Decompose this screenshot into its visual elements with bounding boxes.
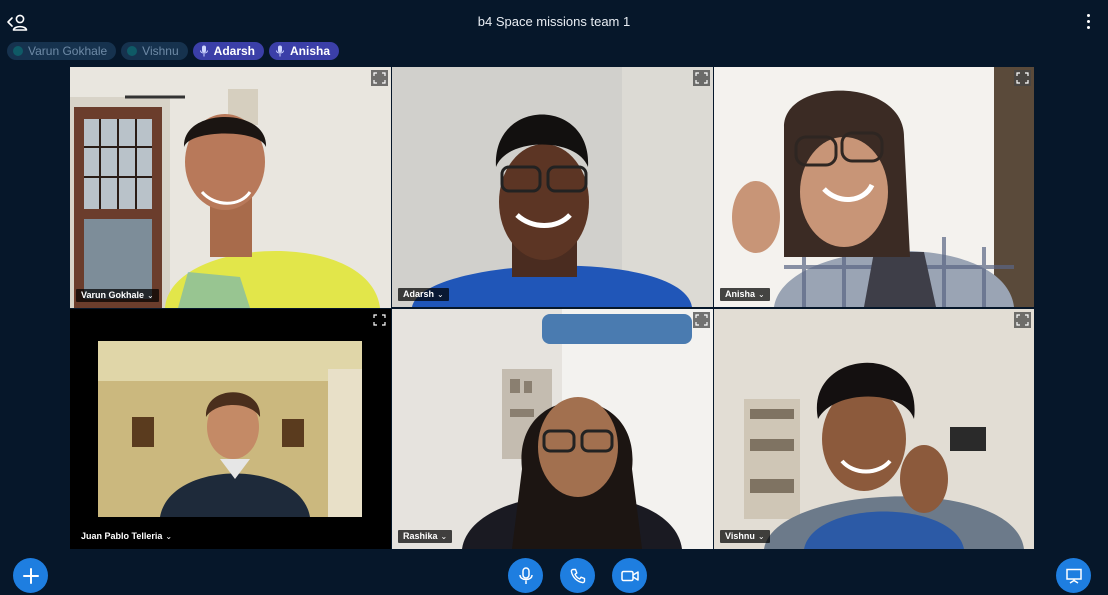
video-tile-vishnu[interactable]: Vishnu ⌄ (714, 309, 1034, 549)
participant-name-tag[interactable]: Juan Pablo Telleria ⌄ (76, 530, 177, 543)
talker-chip-varun[interactable]: Varun Gokhale (7, 42, 117, 60)
participant-name: Juan Pablo Telleria (81, 531, 163, 541)
participant-name-tag[interactable]: Vishnu ⌄ (720, 530, 770, 543)
participant-name: Anisha (725, 289, 756, 299)
chevron-down-icon: ⌄ (757, 532, 765, 541)
more-options-icon[interactable] (1084, 14, 1092, 32)
expand-icon[interactable] (693, 70, 710, 86)
expand-icon[interactable] (371, 70, 388, 86)
actions-button[interactable] (13, 558, 48, 593)
expand-icon[interactable] (693, 312, 710, 328)
talker-name: Anisha (290, 44, 331, 58)
talking-indicators: Varun Gokhale Vishnu Adarsh Anisha (7, 42, 340, 60)
top-bar: b4 Space missions team 1 (0, 0, 1108, 42)
video-feed (392, 309, 713, 549)
expand-icon[interactable] (371, 312, 388, 328)
plus-icon (22, 567, 39, 584)
video-tile-rashika[interactable]: Rashika ⌄ (392, 309, 713, 549)
chevron-down-icon: ⌄ (147, 291, 154, 300)
video-feed (714, 67, 1034, 307)
microphone-icon (276, 45, 284, 57)
audio-button[interactable] (560, 558, 595, 593)
chevron-down-icon: ⌄ (165, 532, 173, 541)
participant-name-tag[interactable]: Anisha ⌄ (720, 288, 770, 301)
expand-icon[interactable] (1014, 312, 1031, 328)
talker-chip-anisha[interactable]: Anisha (269, 42, 340, 60)
video-feed (392, 67, 713, 307)
participant-name: Vishnu (725, 531, 755, 541)
presentation-icon (1065, 568, 1082, 584)
chevron-down-icon: ⌄ (437, 290, 444, 299)
participant-name-tag[interactable]: Adarsh ⌄ (398, 288, 449, 301)
microphone-icon (199, 45, 208, 57)
talker-chip-vishnu[interactable]: Vishnu (121, 42, 188, 60)
microphone-icon (518, 566, 533, 584)
talker-name: Adarsh (213, 44, 255, 58)
meeting-title: b4 Space missions team 1 (477, 14, 631, 29)
chevron-down-icon: ⌄ (758, 290, 765, 299)
video-tile-adarsh[interactable]: Adarsh ⌄ (392, 67, 713, 307)
video-tile-anisha[interactable]: Anisha ⌄ (714, 67, 1034, 307)
phone-icon (570, 568, 585, 583)
talker-chip-adarsh[interactable]: Adarsh (192, 42, 264, 60)
participant-name-tag[interactable]: Varun Gokhale ⌄ (76, 289, 159, 302)
video-feed (70, 67, 391, 308)
participant-name-tag[interactable]: Rashika ⌄ (398, 530, 453, 543)
video-feed (714, 309, 1034, 549)
participant-name: Varun Gokhale (81, 290, 145, 300)
muted-dot-icon (13, 46, 23, 56)
talker-name: Varun Gokhale (28, 44, 108, 58)
participant-name: Rashika (403, 531, 438, 541)
video-grid: Varun Gokhale ⌄ Adarsh ⌄ Anisha ⌄ Juan P… (70, 67, 1034, 549)
participant-name: Adarsh (403, 289, 435, 299)
video-feed (70, 309, 391, 549)
video-button[interactable] (612, 558, 647, 593)
presentation-button[interactable] (1056, 558, 1091, 593)
muted-dot-icon (127, 46, 138, 56)
chevron-down-icon: ⌄ (440, 532, 448, 541)
talker-name: Vishnu (142, 44, 179, 58)
mute-button[interactable] (508, 558, 543, 593)
expand-icon[interactable] (1014, 70, 1031, 86)
camera-icon (620, 570, 639, 581)
video-tile-varun[interactable]: Varun Gokhale ⌄ (70, 67, 391, 308)
video-tile-juan-pablo[interactable]: Juan Pablo Telleria ⌄ (70, 309, 391, 549)
